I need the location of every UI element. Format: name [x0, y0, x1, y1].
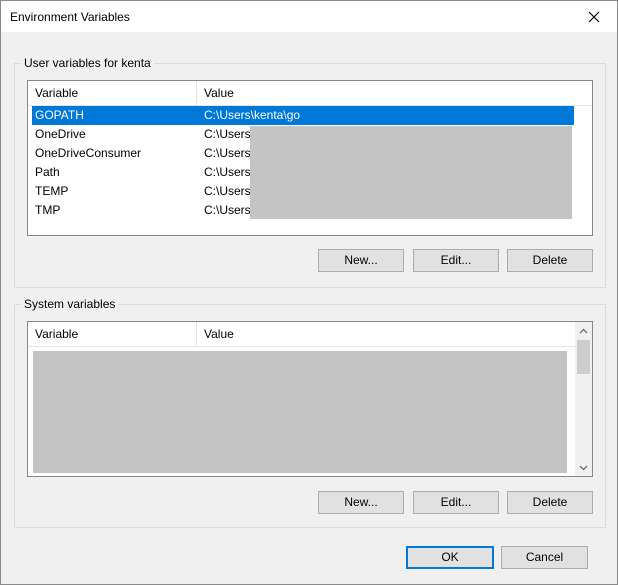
variable-value: C:\Users\ [204, 146, 255, 160]
variable-value: C:\Users\kenta\go [204, 108, 301, 122]
list-item-gopath[interactable]: GOPATH C:\Users\kenta\go [32, 106, 574, 125]
system-new-button[interactable]: New... [318, 491, 404, 514]
system-list-scrollbar[interactable] [575, 322, 592, 476]
column-header-variable[interactable]: Variable [28, 81, 197, 105]
variable-name: OneDriveConsumer [35, 146, 142, 160]
user-new-button[interactable]: New... [318, 249, 404, 272]
variable-value: C:\Users\ [204, 165, 255, 179]
scroll-down-button[interactable] [575, 459, 592, 476]
scroll-up-button[interactable] [575, 322, 592, 339]
close-button[interactable] [571, 1, 617, 32]
variable-name: TEMP [35, 184, 69, 198]
system-variables-group: System variables Variable Value New... E… [14, 297, 606, 528]
column-header-value[interactable]: Value [197, 322, 575, 346]
system-variables-group-label: System variables [21, 297, 119, 311]
variable-value: C:\Users\ [204, 127, 255, 141]
chevron-up-icon [579, 328, 588, 333]
environment-variables-dialog: Environment Variables User variables for… [0, 0, 618, 585]
column-header-value[interactable]: Value [197, 81, 592, 105]
scroll-thumb[interactable] [577, 340, 590, 374]
system-list-header: Variable Value [28, 322, 575, 347]
variable-name: OneDrive [35, 127, 86, 141]
user-edit-button[interactable]: Edit... [413, 249, 499, 272]
user-list-header: Variable Value [28, 81, 592, 106]
user-variables-group-label: User variables for kenta [21, 56, 154, 70]
user-variables-list[interactable]: Variable Value GOPATH C:\Users\kenta\go … [27, 80, 593, 236]
chevron-down-icon [579, 465, 588, 470]
variable-name: Path [35, 165, 60, 179]
redacted-system-variables [33, 351, 567, 473]
redacted-values [250, 126, 572, 219]
variable-value: C:\Users\ [204, 203, 255, 217]
system-variables-list[interactable]: Variable Value [27, 321, 593, 477]
column-header-variable[interactable]: Variable [28, 322, 197, 346]
close-icon [588, 11, 600, 22]
cancel-button[interactable]: Cancel [501, 546, 588, 569]
system-edit-button[interactable]: Edit... [413, 491, 499, 514]
variable-name: TMP [35, 203, 61, 217]
variable-name: GOPATH [35, 108, 84, 122]
system-delete-button[interactable]: Delete [507, 491, 593, 514]
title-bar: Environment Variables [1, 1, 617, 32]
variable-value: C:\Users\ [204, 184, 255, 198]
window-title: Environment Variables [10, 10, 130, 24]
ok-button[interactable]: OK [406, 546, 494, 569]
user-variables-group: User variables for kenta Variable Value … [14, 56, 606, 288]
user-delete-button[interactable]: Delete [507, 249, 593, 272]
